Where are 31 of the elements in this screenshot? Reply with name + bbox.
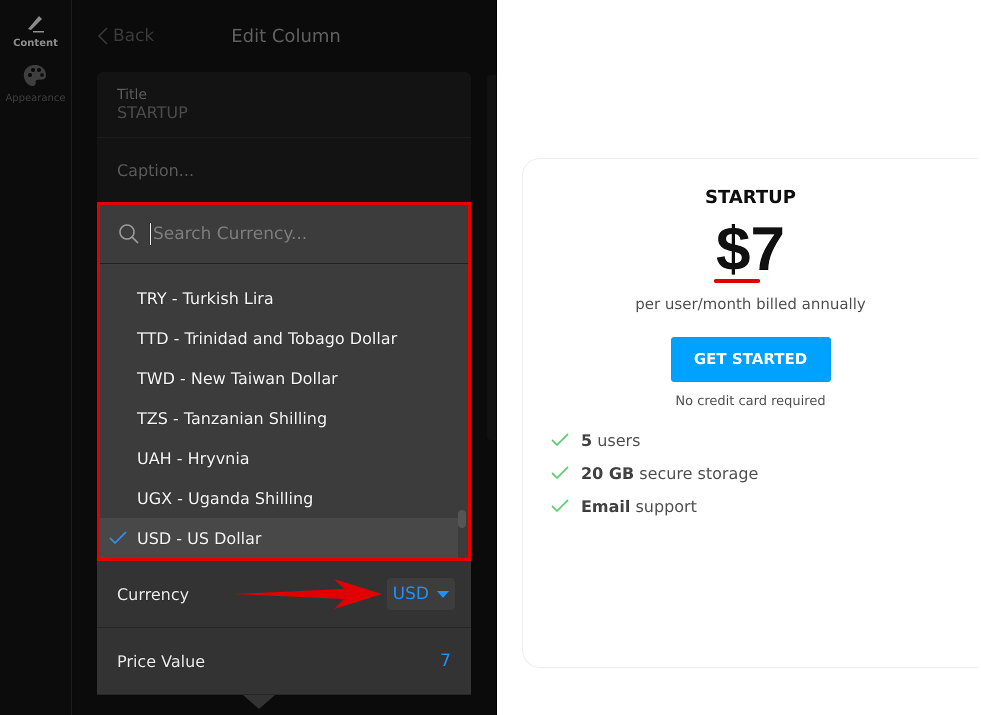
- currency-select[interactable]: USD: [386, 578, 455, 610]
- setting-label: Price Value: [117, 652, 206, 670]
- plan-price: $7: [716, 224, 785, 277]
- feature-text: Email support: [581, 496, 697, 516]
- palette-icon: [22, 63, 48, 89]
- plan-title: STARTUP: [705, 187, 796, 208]
- currency-option[interactable]: UAH - Hryvnia: [100, 438, 458, 478]
- setting-label: Currency: [117, 584, 190, 604]
- annotation-underline: [714, 278, 760, 283]
- check-icon: [551, 499, 569, 514]
- currency-option[interactable]: TRY - Turkish Lira: [100, 278, 458, 318]
- check-icon: [108, 530, 128, 546]
- back-chevron-icon: [97, 26, 109, 46]
- currency-option[interactable]: USD - US Dollar: [100, 518, 458, 558]
- search-field[interactable]: Search Currency...: [150, 223, 435, 245]
- check-icon: [551, 466, 569, 480]
- button-note: No credit card required: [675, 394, 826, 409]
- feature-text: 5 users: [581, 430, 640, 450]
- currency-option[interactable]: TTD - Trinidad and Tobago Dollar: [100, 318, 458, 358]
- currency-option[interactable]: UGX - Uganda Shilling: [100, 478, 458, 518]
- currency-option[interactable]: TZS - Tanzanian Shilling: [100, 398, 458, 438]
- currency-option[interactable]: TWD - New Taiwan Dollar: [100, 358, 458, 398]
- sidebar-item[interactable]: Content: [13, 12, 58, 49]
- check-icon: [551, 433, 569, 448]
- search-icon: [118, 223, 140, 245]
- caret-icon: [437, 590, 449, 598]
- price-value[interactable]: 7: [440, 651, 455, 671]
- panel-title: Edit Column: [231, 26, 341, 46]
- price-note: per user/month billed annually: [635, 294, 866, 313]
- scrollbar-thumb[interactable]: [458, 510, 466, 528]
- feature-text: 20 GB secure storage: [581, 464, 758, 483]
